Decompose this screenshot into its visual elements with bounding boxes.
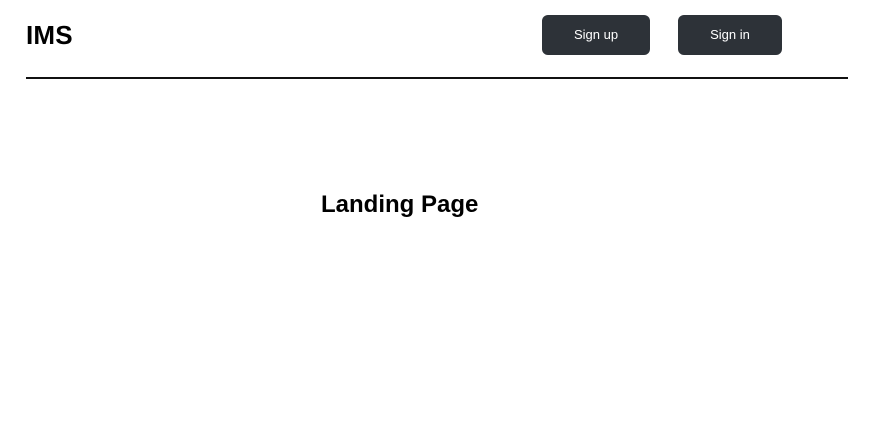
header-divider [26,77,848,79]
sign-up-button[interactable]: Sign up [542,15,650,55]
sign-in-button[interactable]: Sign in [678,15,782,55]
landing-page: IMS Sign up Sign in Landing Page [0,0,872,436]
brand-logo[interactable]: IMS [26,19,73,51]
page-title: Landing Page [321,191,479,218]
